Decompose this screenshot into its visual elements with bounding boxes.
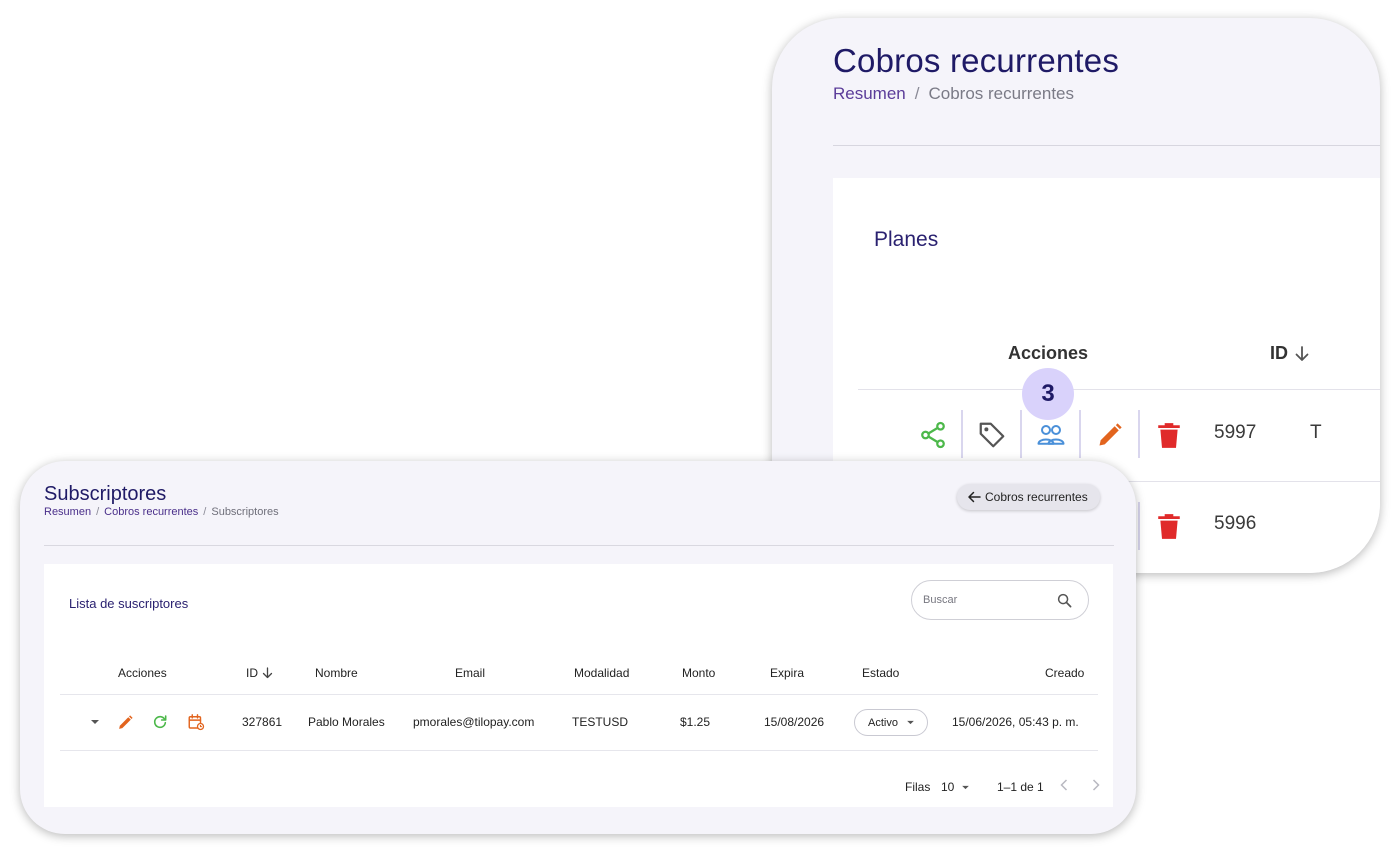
action-separator — [1079, 410, 1081, 458]
row-divider — [60, 750, 1098, 751]
sort-down-icon — [1295, 345, 1309, 361]
chevron-down-icon — [962, 785, 970, 789]
action-separator — [1138, 410, 1140, 458]
share-icon[interactable] — [916, 418, 950, 452]
status-select[interactable]: Activo — [854, 709, 928, 736]
rows-per-page-label: Filas — [905, 780, 931, 794]
chevron-down-icon — [907, 720, 914, 725]
subscriber-created: 15/06/2026, 05:43 p. m. — [952, 715, 1079, 729]
subscriber-expires: 15/08/2026 — [764, 715, 825, 729]
breadcrumb-current: Cobros recurrentes — [928, 84, 1075, 103]
plan-id: 5997 — [1214, 422, 1257, 443]
breadcrumb: Resumen / Cobros recurrentes / Subscriptores — [44, 506, 279, 518]
column-header-name: Nombre — [315, 666, 358, 680]
rows-per-page-value: 10 — [941, 780, 955, 794]
divider — [833, 145, 1380, 146]
refresh-icon[interactable] — [150, 712, 170, 732]
page-title: Subscriptores — [44, 483, 167, 505]
action-separator — [961, 410, 963, 458]
column-header-email: Email — [455, 666, 486, 680]
action-separator — [1020, 410, 1022, 458]
column-header-mode: Modalidad — [574, 666, 630, 680]
plan-id: 5996 — [1214, 513, 1257, 534]
column-header-id[interactable]: ID — [246, 666, 273, 680]
back-button-label: Cobros recurrentes — [985, 490, 1088, 504]
column-header-status: Estado — [862, 666, 900, 680]
column-header-actions: Acciones — [1008, 343, 1089, 363]
subscriber-amount: $1.25 — [680, 715, 711, 729]
tag-icon[interactable] — [975, 418, 1009, 452]
subscribers-panel: Lista de suscriptores Acciones ID Nombre… — [44, 564, 1113, 807]
search-input[interactable] — [923, 594, 1043, 606]
breadcrumb-current: Subscriptores — [211, 506, 279, 518]
row-divider — [858, 389, 1380, 390]
breadcrumb-link-resumen[interactable]: Resumen — [833, 84, 906, 103]
breadcrumb-link-resumen[interactable]: Resumen — [44, 506, 91, 518]
status-select-value: Activo — [868, 716, 898, 729]
pagination-range: 1–1 de 1 — [997, 780, 1044, 794]
delete-icon[interactable] — [1152, 418, 1186, 452]
breadcrumb-separator: / — [914, 84, 920, 103]
edit-icon[interactable] — [1093, 418, 1127, 452]
column-header-id-label: ID — [246, 666, 258, 680]
column-header-created: Creado — [1045, 666, 1085, 680]
next-page-button[interactable] — [1092, 779, 1100, 794]
rows-per-page-select[interactable]: 10 — [941, 780, 970, 794]
breadcrumb-separator: / — [96, 506, 100, 518]
arrow-left-icon — [968, 491, 981, 503]
column-header-id-label: ID — [1270, 343, 1288, 363]
panel-title: Planes — [874, 228, 939, 251]
expand-icon[interactable] — [85, 712, 105, 732]
back-to-cobros-button[interactable]: Cobros recurrentes — [957, 484, 1100, 510]
divider — [44, 545, 1114, 546]
subscriber-id: 327861 — [242, 715, 283, 729]
panel-title: Lista de suscriptores — [69, 596, 189, 611]
subscribers-icon[interactable] — [1034, 418, 1068, 452]
plan-name-fragment: T — [1310, 422, 1322, 443]
column-header-amount: Monto — [682, 666, 716, 680]
calendar-renew-icon[interactable] — [186, 712, 206, 732]
page-title: Cobros recurrentes — [833, 42, 1120, 79]
subscribers-card: Subscriptores Resumen / Cobros recurrentes… — [20, 461, 1136, 834]
breadcrumb-separator: / — [203, 506, 207, 518]
column-header-id[interactable]: ID — [1270, 343, 1310, 364]
subscriber-email: pmorales@tilopay.com — [413, 715, 535, 729]
subscriber-mode: TESTUSD — [572, 715, 629, 729]
step-badge: 3 — [1022, 368, 1074, 420]
chevron-right-icon — [1092, 779, 1100, 791]
search-icon[interactable] — [1057, 593, 1072, 608]
delete-icon[interactable] — [1152, 509, 1186, 543]
breadcrumb: Resumen / Cobros recurrentes — [833, 84, 1074, 104]
column-header-actions: Acciones — [118, 666, 167, 680]
search-box[interactable] — [911, 580, 1089, 620]
row-divider — [60, 694, 1098, 695]
breadcrumb-link-cobros[interactable]: Cobros recurrentes — [104, 506, 198, 518]
sort-down-icon — [262, 667, 273, 679]
prev-page-button[interactable] — [1060, 779, 1068, 794]
action-separator — [1138, 502, 1140, 550]
chevron-left-icon — [1060, 779, 1068, 791]
edit-icon[interactable] — [115, 712, 135, 732]
subscriber-name: Pablo Morales — [308, 715, 385, 729]
column-header-expires: Expira — [770, 666, 805, 680]
